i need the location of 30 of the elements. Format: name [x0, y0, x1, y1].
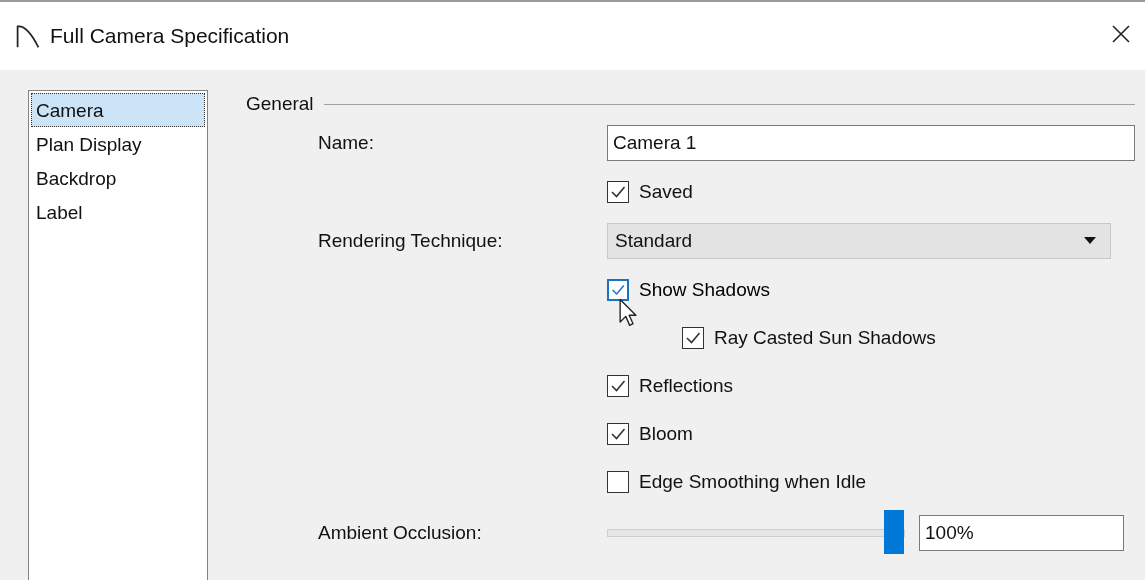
checkbox-label[interactable]: Edge Smoothing when Idle — [639, 471, 867, 493]
dropdown[interactable]: Standard — [607, 223, 1111, 259]
checkbox[interactable] — [607, 181, 629, 203]
checkbox-label[interactable]: Reflections — [639, 375, 733, 397]
window-title: Full Camera Specification — [50, 24, 290, 48]
sidebar-item[interactable]: Camera — [31, 93, 205, 127]
cursor-icon — [619, 298, 637, 328]
checkbox[interactable] — [607, 423, 629, 445]
slider[interactable] — [607, 511, 905, 555]
sidebar-item[interactable]: Backdrop — [31, 161, 122, 195]
checkbox[interactable] — [607, 375, 629, 397]
checkbox-label[interactable]: Bloom — [639, 423, 693, 445]
dropdown-arrow-icon — [1084, 237, 1096, 245]
checkbox[interactable] — [607, 471, 629, 493]
sidebar-item[interactable]: Label — [31, 195, 88, 229]
checkbox-label[interactable]: Ray Casted Sun Shadows — [714, 327, 936, 349]
checkbox-label[interactable]: Show Shadows — [639, 279, 770, 301]
close-button[interactable] — [1111, 24, 1131, 44]
group-title: General — [246, 93, 314, 115]
checkbox[interactable] — [607, 279, 629, 301]
field-label: Name: — [318, 132, 375, 154]
field-label: Ambient Occlusion: — [318, 522, 483, 544]
name-field[interactable]: Camera 1 — [607, 125, 1135, 161]
field-label: Rendering Technique: — [318, 230, 504, 252]
checkbox[interactable] — [682, 327, 704, 349]
slider-thumb[interactable] — [884, 510, 904, 554]
sidebar-item[interactable]: Plan Display — [31, 127, 147, 161]
checkbox-label[interactable]: Saved — [639, 181, 693, 203]
arch-icon — [14, 23, 42, 49]
percent-field[interactable]: 100% — [919, 515, 1124, 551]
